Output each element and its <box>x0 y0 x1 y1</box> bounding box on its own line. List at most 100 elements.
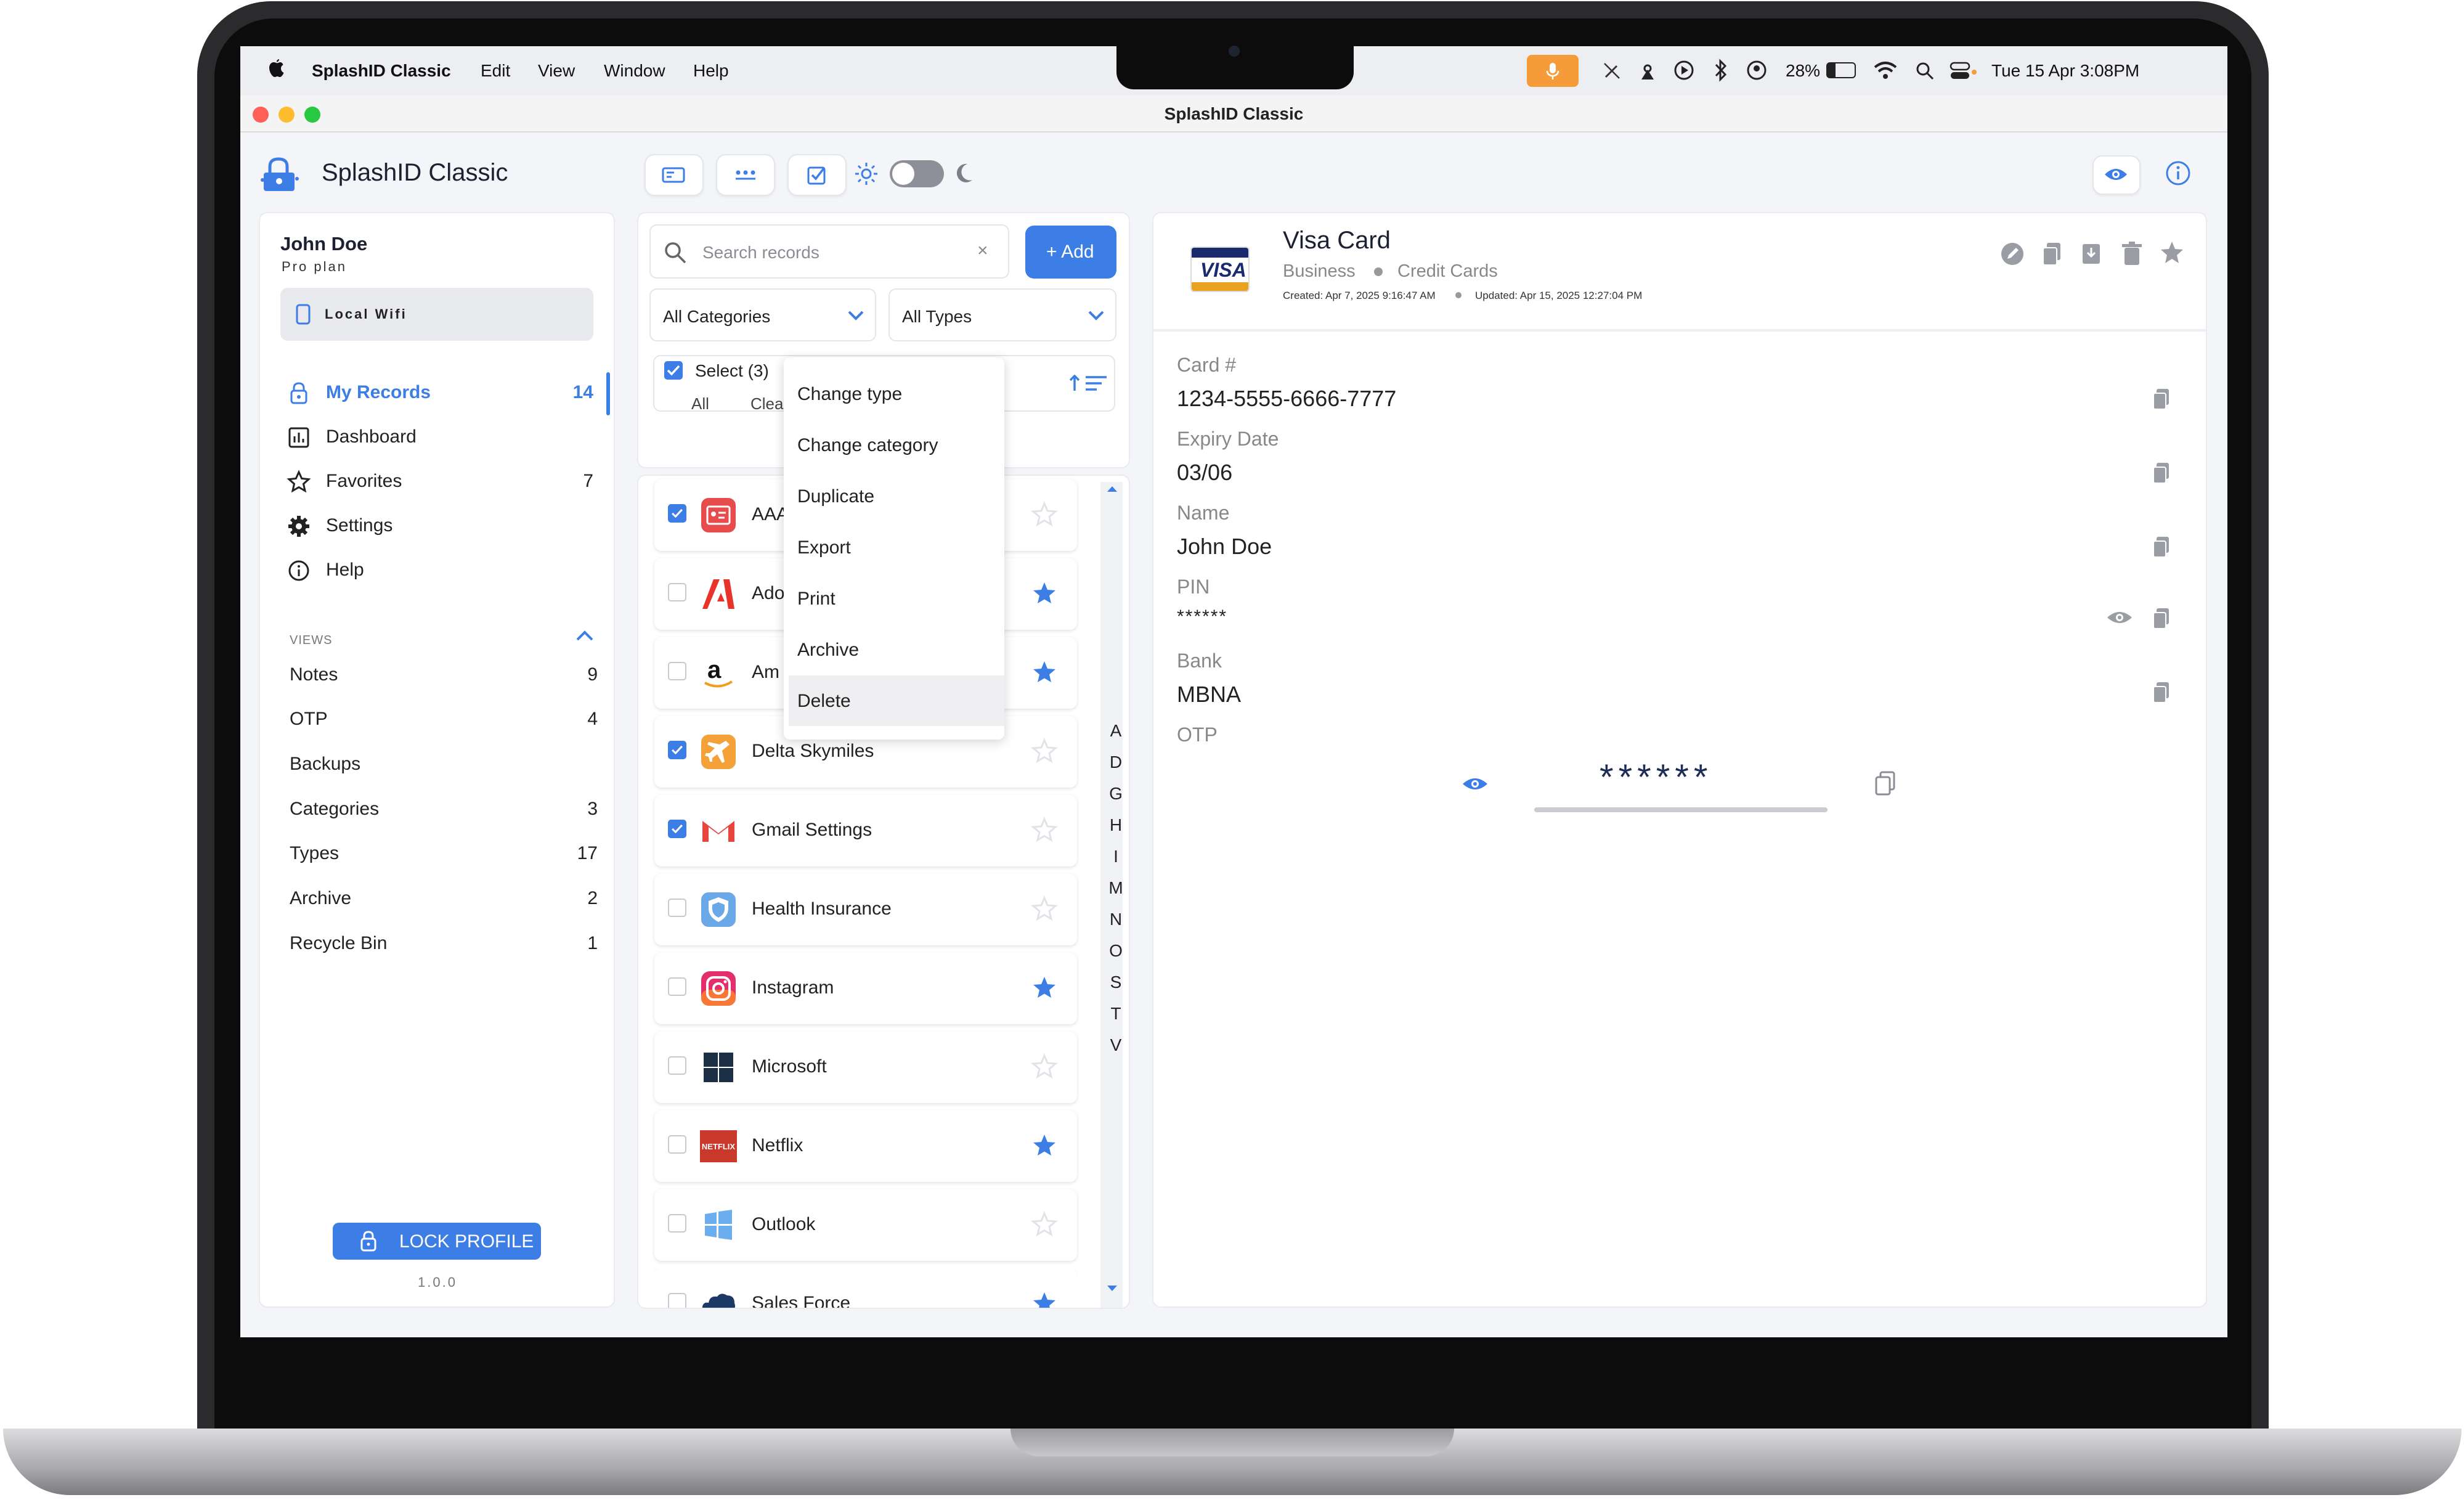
menu-view[interactable]: View <box>538 61 575 81</box>
record-checkbox[interactable] <box>668 899 686 917</box>
user-circle-icon[interactable] <box>1746 60 1767 81</box>
record-row-outlook[interactable]: Outlook <box>654 1189 1077 1261</box>
scroll-down-arrow-icon[interactable] <box>1105 1283 1119 1294</box>
select-all-link[interactable]: All <box>691 394 709 414</box>
search-icon[interactable] <box>1915 61 1935 81</box>
menubar-app-name[interactable]: SplashID Classic <box>312 61 451 81</box>
toolbar-cards-button[interactable] <box>644 154 704 196</box>
edit-icon[interactable] <box>1999 240 2026 267</box>
record-checkbox[interactable] <box>668 1293 686 1308</box>
alpha-index-v[interactable]: V <box>1107 1035 1125 1055</box>
menu-item-delete[interactable]: Delete <box>789 675 1004 726</box>
record-checkbox[interactable] <box>668 662 686 680</box>
star-outline-icon[interactable] <box>1030 1210 1059 1239</box>
menu-item-export[interactable]: Export <box>789 522 1004 573</box>
record-row-netflix[interactable]: NETFLIX Netflix <box>654 1111 1077 1182</box>
alpha-index-t[interactable]: T <box>1107 1004 1125 1024</box>
star-outline-icon[interactable] <box>1030 500 1059 529</box>
star-filled-icon[interactable] <box>1030 974 1059 1002</box>
control-center-icon[interactable] <box>1950 61 1978 81</box>
copy-record-icon[interactable] <box>2039 240 2064 267</box>
alpha-index-d[interactable]: D <box>1107 752 1125 772</box>
record-checkbox[interactable] <box>668 977 686 996</box>
nav-favorites[interactable]: Favorites 7 <box>287 463 601 500</box>
reveal-button[interactable] <box>2092 155 2141 195</box>
zoom-window-button[interactable] <box>304 107 320 123</box>
scroll-up-arrow-icon[interactable] <box>1105 483 1119 494</box>
nav-dashboard[interactable]: Dashboard <box>287 419 601 456</box>
record-checkbox[interactable] <box>668 820 686 838</box>
view-archive[interactable]: Archive 2 <box>290 881 598 918</box>
clear-selection-link[interactable]: Clea <box>750 394 783 414</box>
copy-icon[interactable] <box>2150 606 2173 631</box>
menu-item-change-type[interactable]: Change type <box>789 369 1004 419</box>
battery-icon[interactable] <box>1826 62 1856 78</box>
pen-slash-icon[interactable] <box>1602 61 1622 81</box>
theme-toggle[interactable] <box>890 160 944 187</box>
wifi-icon[interactable] <box>1873 61 1898 79</box>
menu-window[interactable]: Window <box>604 61 665 81</box>
alpha-index-h[interactable]: H <box>1107 815 1125 835</box>
clear-search-icon[interactable]: × <box>977 240 988 261</box>
play-circle-icon[interactable] <box>1673 60 1694 81</box>
microphone-indicator[interactable] <box>1527 55 1579 87</box>
record-row-microsoft[interactable]: Microsoft <box>654 1032 1077 1103</box>
star-outline-icon[interactable] <box>1030 895 1059 923</box>
trash-icon[interactable] <box>2120 240 2144 267</box>
nav-my-records[interactable]: My Records 14 <box>287 375 601 412</box>
eye-icon[interactable] <box>2106 608 2133 627</box>
add-record-button[interactable]: + Add <box>1025 226 1116 279</box>
nav-help[interactable]: Help <box>287 552 601 589</box>
copy-otp-icon[interactable] <box>1873 770 1897 796</box>
copy-icon[interactable] <box>2150 535 2173 560</box>
sort-icon[interactable] <box>1068 372 1109 394</box>
alpha-index-a[interactable]: A <box>1107 721 1125 741</box>
menu-help[interactable]: Help <box>693 61 729 81</box>
star-outline-icon[interactable] <box>1030 1053 1059 1081</box>
menu-edit[interactable]: Edit <box>481 61 510 81</box>
info-icon[interactable] <box>2165 160 2191 186</box>
star-filled-icon[interactable] <box>1030 658 1059 687</box>
copy-icon[interactable] <box>2150 461 2173 486</box>
menu-item-duplicate[interactable]: Duplicate <box>789 471 1004 521</box>
close-window-button[interactable] <box>253 107 269 123</box>
star-filled-icon[interactable] <box>1030 1289 1059 1308</box>
view-backups[interactable]: Backups <box>290 746 598 783</box>
category-filter-select[interactable]: All Categories <box>649 288 876 341</box>
record-row-instagram[interactable]: Instagram <box>654 953 1077 1024</box>
record-row-gmail[interactable]: Gmail Settings <box>654 795 1077 866</box>
record-checkbox[interactable] <box>668 1056 686 1075</box>
view-recycle-bin[interactable]: Recycle Bin 1 <box>290 926 598 963</box>
copy-icon[interactable] <box>2150 387 2173 412</box>
view-notes[interactable]: Notes 9 <box>290 657 598 694</box>
star-outline-icon[interactable] <box>1030 816 1059 844</box>
minimize-window-button[interactable] <box>279 107 295 123</box>
star-filled-icon[interactable] <box>1030 1131 1059 1160</box>
star-icon[interactable] <box>2158 239 2186 267</box>
alpha-index-i[interactable]: I <box>1107 847 1125 866</box>
toolbar-more-button[interactable] <box>716 154 775 196</box>
record-checkbox[interactable] <box>668 583 686 601</box>
bluetooth-icon[interactable] <box>1713 59 1729 82</box>
record-row-health[interactable]: Health Insurance <box>654 874 1077 945</box>
record-type[interactable]: Credit Cards <box>1397 261 1498 282</box>
eye-icon[interactable] <box>1462 774 1489 794</box>
view-types[interactable]: Types 17 <box>290 836 598 873</box>
star-outline-icon[interactable] <box>1030 737 1059 765</box>
record-checkbox[interactable] <box>668 741 686 759</box>
airdrop-icon[interactable] <box>1638 60 1657 82</box>
vault-selector[interactable]: Local Wifi <box>280 288 593 341</box>
search-input[interactable]: Search records × <box>649 224 1009 279</box>
archive-icon[interactable] <box>2079 240 2104 267</box>
nav-settings[interactable]: Settings <box>287 508 601 545</box>
record-checkbox[interactable] <box>668 1214 686 1233</box>
type-filter-select[interactable]: All Types <box>888 288 1116 341</box>
menu-item-archive[interactable]: Archive <box>789 624 1004 675</box>
alpha-index-o[interactable]: O <box>1107 941 1125 961</box>
alpha-index-s[interactable]: S <box>1107 972 1125 992</box>
record-row-salesforce[interactable]: Sales Force <box>654 1268 1077 1308</box>
apple-icon[interactable] <box>267 59 286 81</box>
menu-item-print[interactable]: Print <box>789 573 1004 624</box>
view-categories[interactable]: Categories 3 <box>290 791 598 828</box>
view-otp[interactable]: OTP 4 <box>290 701 598 738</box>
